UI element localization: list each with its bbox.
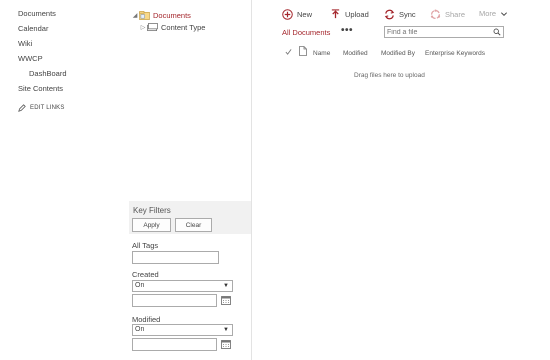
modified-date-input[interactable]: [132, 338, 217, 351]
sync-label: Sync: [399, 10, 416, 19]
share-button[interactable]: Share: [430, 9, 465, 20]
document-type-icon: [299, 46, 307, 56]
created-date-input[interactable]: [132, 294, 217, 307]
clear-button[interactable]: Clear: [175, 218, 212, 232]
collapse-arrow-icon[interactable]: ◢: [131, 12, 139, 19]
dropdown-caret-icon: ▼: [223, 327, 229, 333]
new-label: New: [297, 10, 313, 19]
apply-button[interactable]: Apply: [132, 218, 171, 232]
nav-item-documents[interactable]: Documents: [18, 8, 118, 23]
select-all-checkmark-icon[interactable]: [285, 48, 292, 56]
pencil-icon: [18, 104, 26, 112]
created-operator-select[interactable]: On ▼: [132, 280, 233, 292]
library-folder-icon: [139, 10, 150, 20]
upload-label: Upload: [345, 10, 369, 19]
column-header-modified[interactable]: Modified: [343, 50, 368, 57]
search-icon[interactable]: [493, 28, 501, 36]
more-label: More: [479, 9, 497, 18]
all-tags-input[interactable]: [132, 251, 219, 264]
modified-label: Modified: [132, 315, 161, 324]
share-label: Share: [445, 10, 466, 19]
upload-arrow-icon: [331, 9, 340, 19]
expand-arrow-icon[interactable]: ▷: [139, 24, 147, 31]
drop-zone-hint: Drag files here to upload: [354, 72, 425, 79]
tree-item-content-type[interactable]: ▷ Content Type: [131, 21, 249, 33]
tree-item-documents-label: Documents: [153, 10, 191, 20]
created-label: Created: [132, 270, 159, 279]
all-tags-label: All Tags: [132, 241, 159, 250]
nav-item-calendar[interactable]: Calendar: [18, 23, 118, 38]
column-header-name[interactable]: Name: [313, 50, 330, 57]
new-plus-icon: [282, 9, 293, 20]
key-filters-panel: Key Filters Apply Clear: [129, 201, 251, 234]
column-header-modified-by[interactable]: Modified By: [381, 50, 415, 57]
share-icon: [430, 9, 441, 19]
new-button[interactable]: New: [282, 9, 312, 20]
nav-item-wiki[interactable]: Wiki: [18, 38, 118, 53]
key-filters-title: Key Filters: [133, 206, 171, 215]
content-type-icon: [147, 22, 158, 31]
tree-item-documents[interactable]: ◢ Documents: [131, 9, 249, 21]
search-input[interactable]: [385, 27, 489, 38]
sync-icon: [384, 9, 395, 20]
view-options-ellipsis[interactable]: •••: [341, 25, 353, 36]
pane-divider: [251, 0, 252, 360]
created-operator-value: On: [135, 282, 145, 289]
tree-item-content-type-label: Content Type: [161, 22, 206, 32]
edit-links-label: EDIT LINKS: [30, 105, 65, 111]
calendar-icon[interactable]: [221, 295, 231, 305]
edit-links-link[interactable]: EDIT LINKS: [18, 104, 118, 112]
view-all-documents[interactable]: All Documents: [282, 28, 330, 37]
nav-item-wwcp[interactable]: WWCP: [18, 53, 118, 68]
modified-operator-value: On: [135, 326, 145, 333]
nav-item-site-contents[interactable]: Site Contents: [18, 83, 118, 98]
dropdown-caret-icon: ▼: [223, 283, 229, 289]
calendar-icon[interactable]: [221, 339, 231, 349]
column-header-enterprise-keywords[interactable]: Enterprise Keywords: [425, 50, 485, 57]
modified-operator-select[interactable]: On ▼: [132, 324, 233, 336]
folder-tree: ◢ Documents ▷ Content Type: [131, 9, 249, 33]
more-button[interactable]: More: [479, 9, 508, 18]
chevron-down-icon: [501, 11, 508, 16]
nav-item-dashboard[interactable]: DashBoard: [18, 68, 118, 83]
sync-button[interactable]: Sync: [384, 9, 416, 20]
find-file-search: [384, 26, 504, 38]
quick-launch-nav: Documents Calendar Wiki WWCP DashBoard S…: [18, 8, 118, 112]
upload-button[interactable]: Upload: [330, 9, 369, 20]
